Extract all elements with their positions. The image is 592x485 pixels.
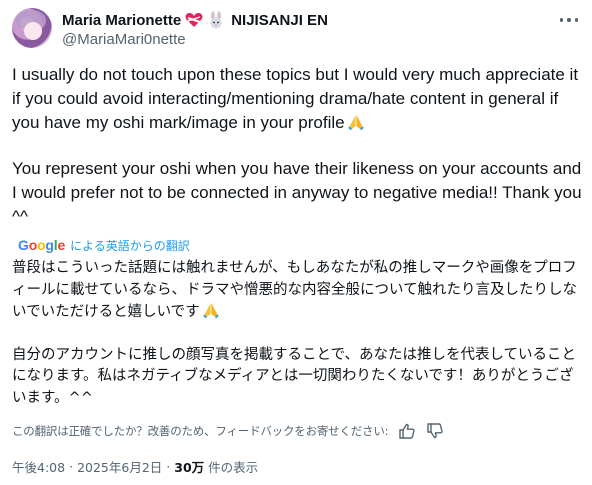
google-logo: Google [18,237,66,253]
meta-separator: · [166,458,171,474]
translation-source-link[interactable]: による英語からの翻訳 [70,237,190,254]
heart-ribbon-emoji-icon [185,12,203,27]
author-handle[interactable]: @MariaMari0nette [62,31,186,48]
more-dot [560,18,564,22]
avatar[interactable] [12,8,52,48]
post-time[interactable]: 午後4:08 [12,457,65,476]
post-paragraph-1-text: I usually do not touch upon these topics… [12,65,579,132]
thumbs-up-icon[interactable] [398,422,416,440]
post-text: I usually do not touch upon these topics… [12,63,582,229]
translated-paragraph-1-text: 普段はこういった話題には触れませんが、もしあなたが私の推しマークや画像をプロフィ… [12,260,578,320]
translation-attribution: Google による英語からの翻訳 [18,236,190,254]
folded-hands-emoji-icon [347,115,364,131]
translated-text: 普段はこういった話題には触れませんが、もしあなたが私の推しマークや画像をプロフィ… [12,258,582,409]
view-count[interactable]: 30万 [174,457,204,476]
feedback-prompt: この翻訳は正確でしたか？改善のため、フィードバックをお寄せください: [12,424,389,438]
thumbs-down-icon[interactable] [426,422,444,440]
post-paragraph-2: You represent your oshi when you have th… [12,159,582,226]
more-dot [567,18,571,22]
post-date[interactable]: 2025年6月2日 [77,457,162,476]
more-dot [574,18,578,22]
translation-feedback: この翻訳は正確でしたか？改善のため、フィードバックをお寄せください: [12,421,444,441]
post-card: Maria Marionette NIJISANJI EN @MariaMari… [0,0,592,485]
more-options-icon[interactable] [558,10,580,30]
folded-hands-emoji-icon [202,303,219,319]
rabbit-emoji-icon [210,11,222,29]
post-paragraph-1: I usually do not touch upon these topics… [12,63,582,135]
views-label: 件の表示 [208,459,259,475]
author-name-row: Maria Marionette NIJISANJI EN [62,10,328,30]
avatar-face [24,22,42,40]
author-display-name[interactable]: Maria Marionette [62,12,181,29]
translated-paragraph-2: 自分のアカウントに推しの顔写真を掲載することで、あなたは推しを代表していることに… [12,346,577,406]
meta-separator: · [69,458,74,474]
translated-paragraph-1: 普段はこういった話題には触れませんが、もしあなたが私の推しマークや画像をプロフィ… [12,258,582,324]
author-affiliation: NIJISANJI EN [231,11,328,29]
post-meta: 午後4:08 · 2025年6月2日 · 30万 件の表示 [12,456,258,476]
